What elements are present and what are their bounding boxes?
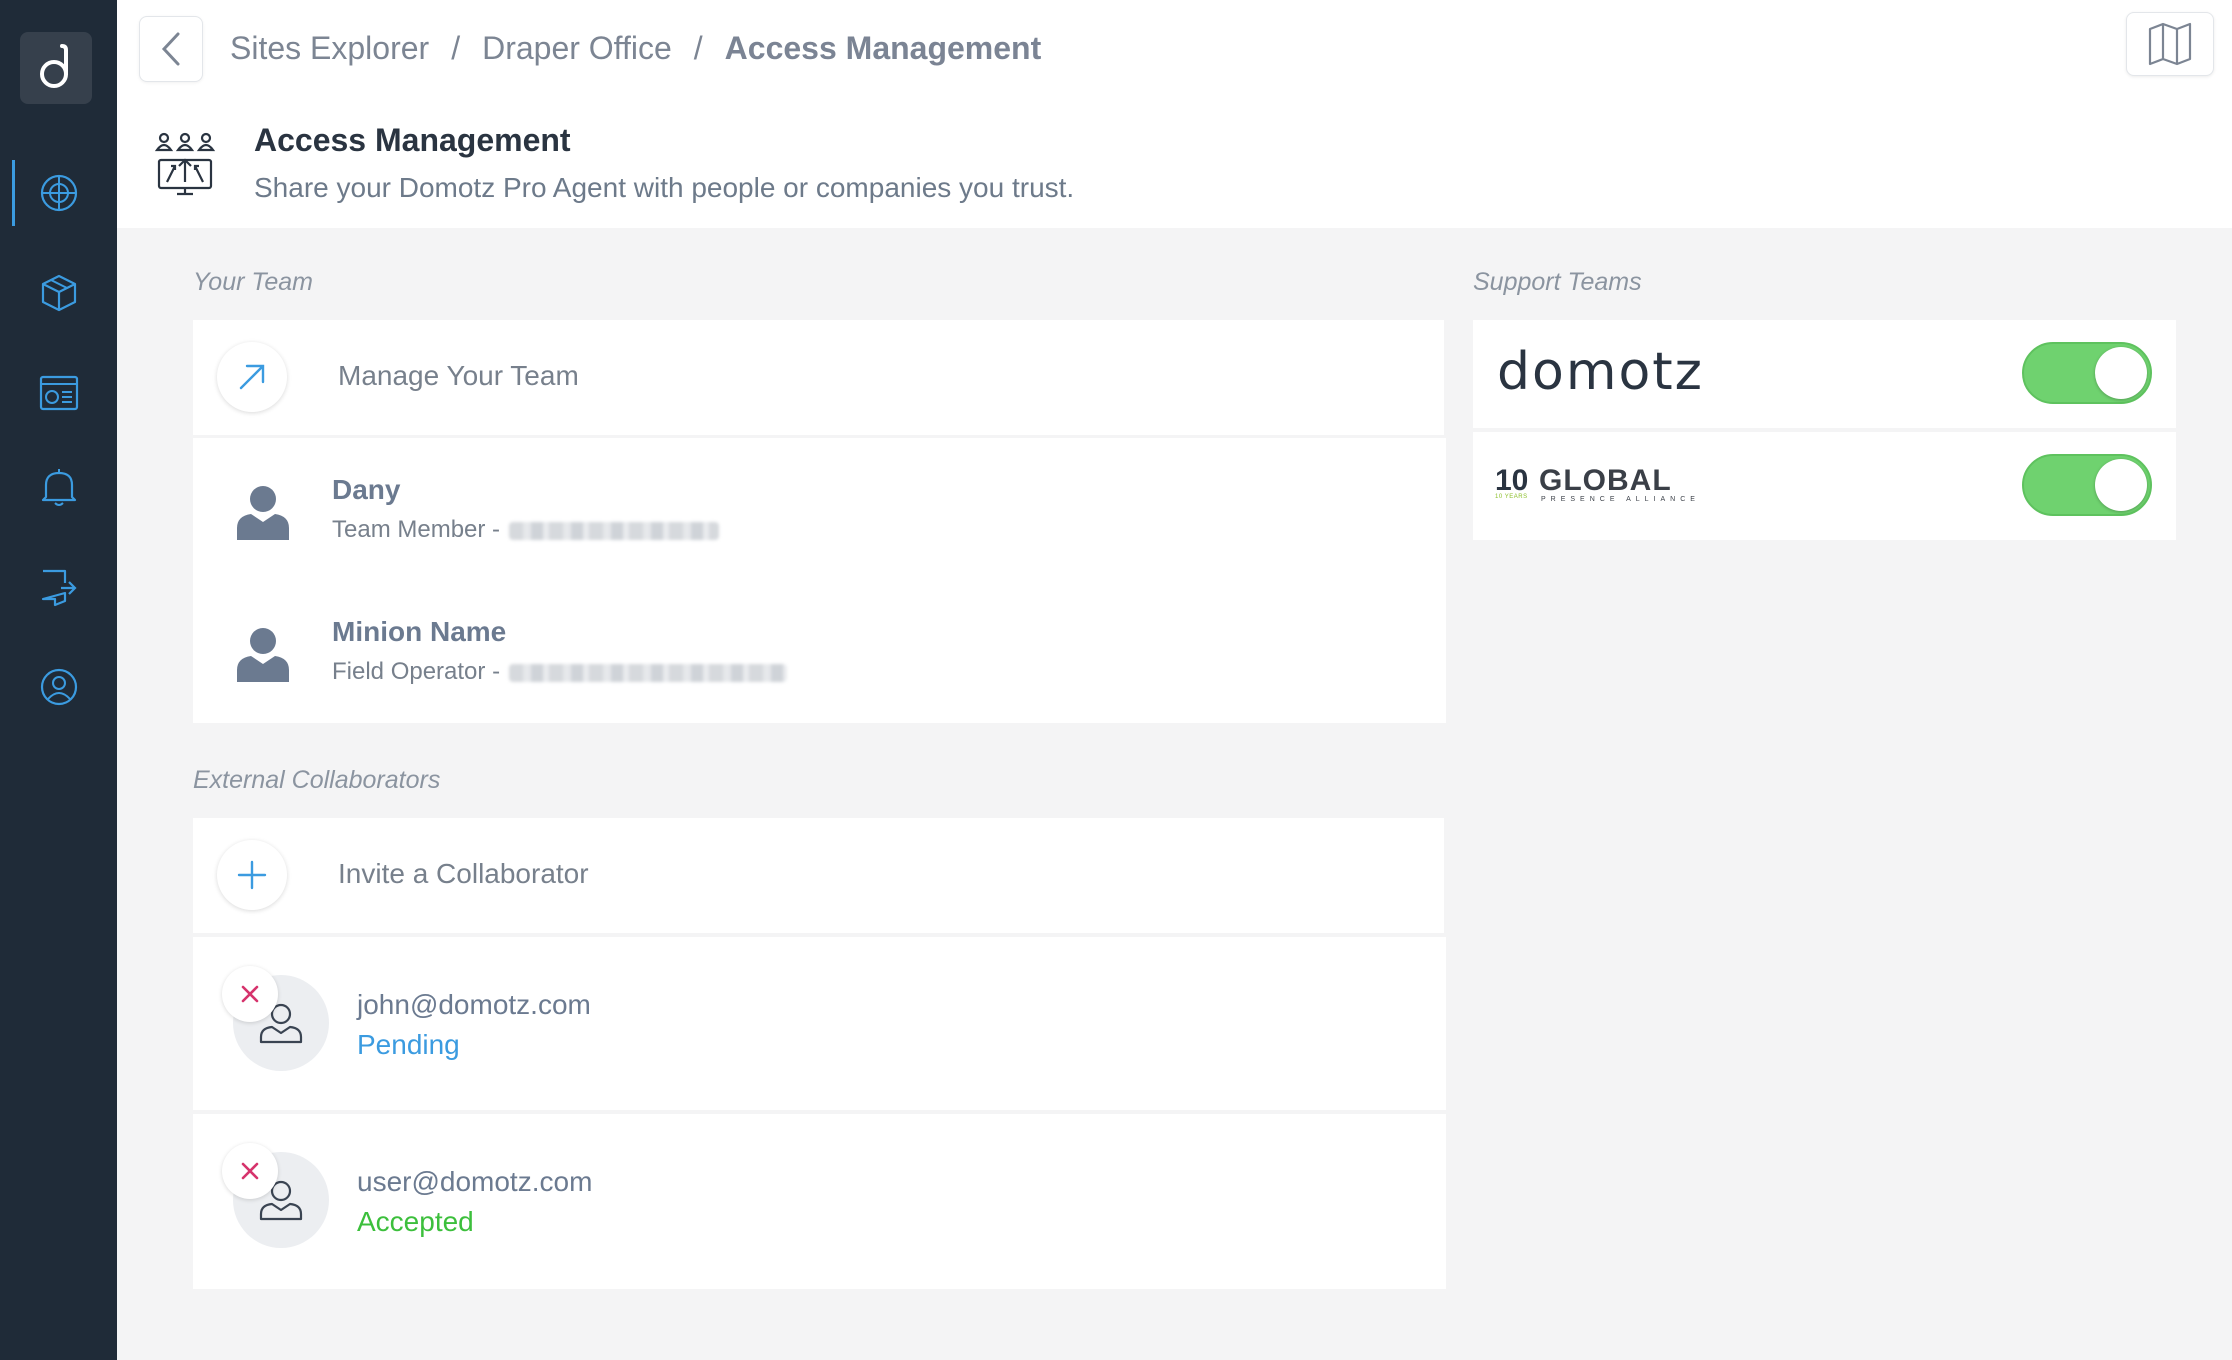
manage-team-row[interactable]: Manage Your Team (193, 320, 1444, 435)
close-icon (241, 985, 259, 1003)
globe-icon (40, 174, 77, 212)
integration-icon (41, 569, 77, 607)
support-team-row: domotz (1473, 320, 2176, 428)
sidebar-item-integrations[interactable] (0, 552, 117, 622)
team-members-list: Dany Team Member - Minion Name Field Ope… (193, 438, 1446, 723)
your-team-label: Your Team (193, 268, 313, 296)
page-subtitle: Share your Domotz Pro Agent with people … (254, 172, 1075, 203)
user-avatar-icon (237, 486, 289, 540)
invite-collaborator-label: Invite a Collaborator (338, 858, 589, 889)
breadcrumb: Sites Explorer / Draper Office / Access … (230, 30, 1041, 67)
dashboard-icon (39, 375, 78, 411)
collaborator-email: user@domotz.com (357, 1166, 593, 1197)
domotz-support-logo: domotz (1497, 342, 1704, 402)
page-title: Access Management (254, 122, 571, 158)
member-role: Field Operator - (332, 658, 501, 685)
global-support-toggle[interactable] (2022, 454, 2152, 516)
remove-collaborator-button[interactable] (222, 1143, 278, 1199)
manage-team-label: Manage Your Team (338, 360, 579, 391)
access-management-icon (154, 132, 216, 196)
arrow-up-right-icon (239, 364, 265, 390)
toggle-knob (2095, 459, 2147, 511)
sidebar-item-alerts[interactable] (0, 452, 117, 522)
collaborator-row: john@domotz.com Pending (193, 937, 1446, 1110)
invite-collaborator-row[interactable]: Invite a Collaborator (193, 818, 1444, 933)
sidebar-item-support[interactable] (0, 652, 117, 722)
redacted-email (509, 522, 719, 540)
close-icon (241, 1162, 259, 1180)
redacted-email (509, 664, 787, 682)
support-icon (40, 668, 77, 706)
breadcrumb-separator: / (693, 30, 703, 66)
breadcrumb-current: Access Management (724, 30, 1042, 66)
collaborator-status: Accepted (357, 1206, 474, 1237)
team-member-row[interactable]: Minion Name Field Operator - (193, 580, 1446, 722)
domotz-support-toggle[interactable] (2022, 342, 2152, 404)
back-button[interactable] (139, 16, 203, 82)
member-role: Team Member - (332, 516, 501, 543)
domotz-logo[interactable] (20, 32, 92, 104)
logo-tagline: PRESENCE ALLIANCE (1541, 496, 1700, 503)
global-presence-alliance-logo: 10 10 YEARS GLOBAL PRESENCE ALLIANCE (1495, 464, 1735, 514)
logo-prefix: 10 (1495, 464, 1529, 497)
sidebar-item-sites[interactable] (0, 158, 117, 228)
toggle-knob (2095, 347, 2147, 399)
team-member-row[interactable]: Dany Team Member - (193, 438, 1446, 580)
cube-icon (41, 274, 76, 312)
logo-small-text: 10 YEARS (1495, 494, 1528, 500)
sidebar-item-dashboard[interactable] (0, 358, 117, 428)
logo-wordmark: GLOBAL (1539, 464, 1672, 497)
breadcrumb-draper-office[interactable]: Draper Office (482, 30, 672, 67)
book-icon (2148, 22, 2192, 66)
member-name: Minion Name (332, 616, 507, 647)
collaborator-email: john@domotz.com (357, 989, 591, 1020)
collaborator-status: Pending (357, 1029, 460, 1060)
member-name: Dany (332, 474, 401, 505)
page-header: Sites Explorer / Draper Office / Access … (117, 0, 2232, 228)
bell-icon (41, 469, 76, 506)
support-teams-label: Support Teams (1473, 268, 1642, 296)
plus-icon (237, 860, 267, 890)
sidebar (0, 0, 117, 1360)
remove-collaborator-button[interactable] (222, 966, 278, 1022)
support-team-row: 10 10 YEARS GLOBAL PRESENCE ALLIANCE (1473, 432, 2176, 540)
user-avatar-icon (237, 628, 289, 682)
documentation-button[interactable] (2126, 12, 2214, 76)
invite-collaborator-button[interactable] (217, 840, 287, 910)
manage-team-button[interactable] (217, 342, 287, 412)
breadcrumb-sites-explorer[interactable]: Sites Explorer (230, 30, 429, 67)
sidebar-item-devices[interactable] (0, 258, 117, 328)
external-collaborators-label: External Collaborators (193, 766, 441, 794)
chevron-left-icon (161, 32, 180, 66)
collaborator-row: user@domotz.com Accepted (193, 1114, 1446, 1289)
breadcrumb-separator: / (451, 30, 461, 66)
